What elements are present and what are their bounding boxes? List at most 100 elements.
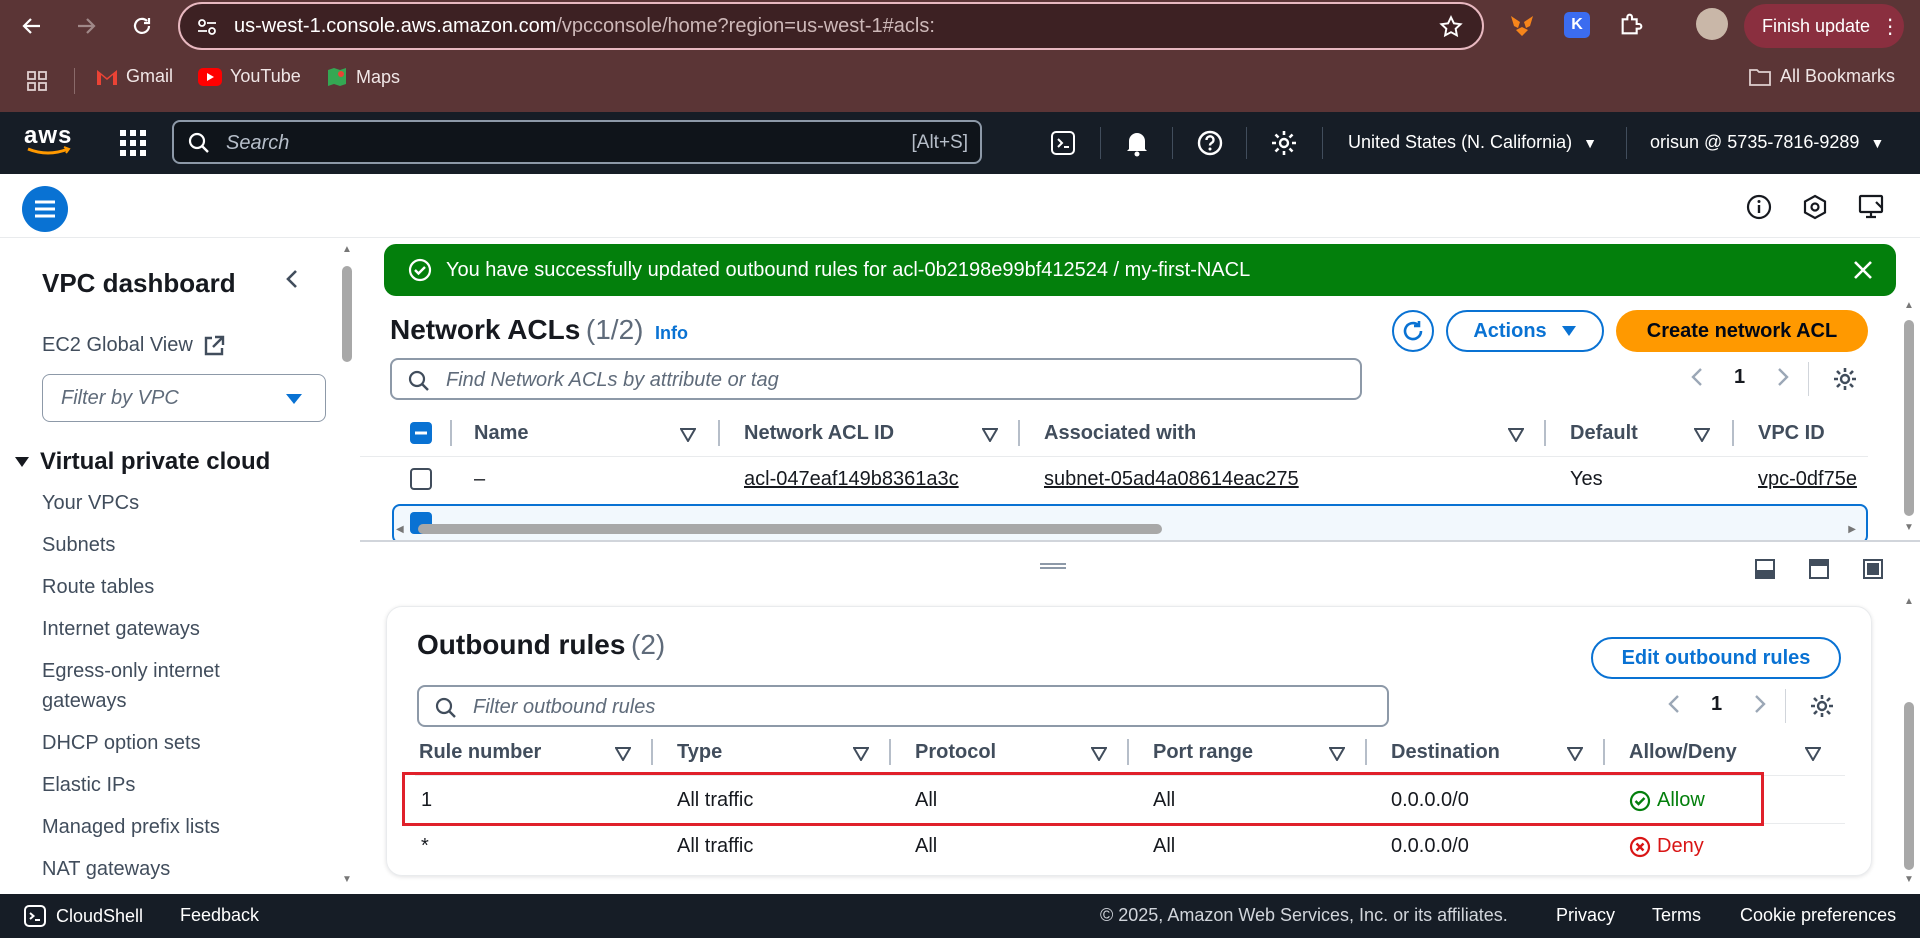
page-prev-icon[interactable]: [1667, 693, 1681, 715]
bookmark-star-icon[interactable]: [1438, 14, 1464, 40]
cell-vpc-link[interactable]: vpc-0df75e: [1758, 468, 1857, 491]
cell-acl-id-link[interactable]: acl-047eaf149b8361a3c: [744, 468, 959, 491]
sort-icon[interactable]: [615, 747, 631, 761]
col-header-vpc-id[interactable]: VPC ID: [1758, 422, 1825, 445]
col-header-type[interactable]: Type: [677, 741, 722, 764]
table-row[interactable]: – acl-047eaf149b8361a3c subnet-05ad4a086…: [360, 458, 1868, 502]
acl-vscroll-thumb[interactable]: [1904, 320, 1914, 516]
split-side-icon[interactable]: [1808, 558, 1830, 580]
sidebar-item-route-tables[interactable]: Route tables: [42, 576, 154, 599]
create-network-acl-button[interactable]: Create network ACL: [1616, 310, 1868, 352]
split-fullscreen-icon[interactable]: [1862, 558, 1884, 580]
account-menu[interactable]: orisun @ 5735-7816-9289 ▼: [1650, 132, 1884, 153]
metamask-extension-icon[interactable]: [1508, 12, 1536, 40]
actions-button[interactable]: Actions: [1446, 310, 1604, 352]
sidebar-item-dhcp-option-sets[interactable]: DHCP option sets: [42, 732, 201, 755]
table-row[interactable]: * All traffic All All 0.0.0.0/0 Deny: [415, 823, 1845, 867]
acl-vertical-scrollbar[interactable]: ▲ ▼: [1902, 300, 1916, 538]
cloudshell-footer-button[interactable]: CloudShell: [24, 905, 143, 927]
sort-icon[interactable]: [1329, 747, 1345, 761]
page-number[interactable]: 1: [1711, 693, 1722, 716]
acl-horizontal-scrollbar[interactable]: ◀ ▶: [396, 522, 1856, 536]
table-settings-gear-icon[interactable]: [1832, 366, 1858, 392]
sidebar-item-elastic-ips[interactable]: Elastic IPs: [42, 774, 135, 797]
table-settings-gear-icon[interactable]: [1809, 693, 1835, 719]
info-circle-icon[interactable]: [1746, 194, 1772, 220]
col-header-port-range[interactable]: Port range: [1153, 741, 1253, 764]
col-header-allow-deny[interactable]: Allow/Deny: [1629, 741, 1737, 764]
apps-grid-icon[interactable]: [26, 70, 48, 92]
info-link[interactable]: Info: [655, 323, 688, 343]
scroll-right-icon[interactable]: ▶: [1848, 524, 1856, 535]
k-extension-icon[interactable]: K: [1564, 12, 1590, 38]
col-header-rule-number[interactable]: Rule number: [419, 741, 541, 764]
scroll-left-icon[interactable]: ◀: [396, 524, 404, 535]
outbound-filter-input[interactable]: Filter outbound rules: [417, 685, 1389, 727]
outbound-vertical-scrollbar[interactable]: ▲ ▼: [1902, 596, 1916, 892]
acl-scroll-thumb[interactable]: [418, 524, 1162, 534]
sort-icon[interactable]: [1508, 428, 1524, 442]
scroll-down-icon[interactable]: ▼: [1904, 522, 1914, 533]
sidebar-item-your-vpcs[interactable]: Your VPCs: [42, 492, 139, 515]
reload-icon[interactable]: [124, 8, 160, 44]
sort-icon[interactable]: [1091, 747, 1107, 761]
bookmark-maps[interactable]: Maps: [326, 66, 400, 88]
back-icon[interactable]: [14, 8, 50, 44]
region-selector[interactable]: United States (N. California) ▼: [1348, 132, 1597, 153]
aws-logo[interactable]: aws: [24, 122, 76, 162]
vpc-filter-select[interactable]: Filter by VPC: [42, 374, 326, 422]
hamburger-menu-icon[interactable]: [22, 186, 68, 232]
refresh-button[interactable]: [1392, 310, 1434, 352]
close-icon[interactable]: [1852, 259, 1874, 281]
sidebar-item-subnets[interactable]: Subnets: [42, 534, 115, 557]
cell-subnet-link[interactable]: subnet-05ad4a08614eac275: [1044, 468, 1299, 491]
split-bottom-icon[interactable]: [1754, 558, 1776, 580]
scroll-up-icon[interactable]: ▲: [342, 244, 352, 255]
sort-icon[interactable]: [1805, 747, 1821, 761]
scroll-down-icon[interactable]: ▼: [342, 874, 352, 885]
split-drag-handle[interactable]: [1040, 562, 1066, 570]
cloudshell-icon[interactable]: [1050, 130, 1076, 156]
col-header-protocol[interactable]: Protocol: [915, 741, 996, 764]
extensions-puzzle-icon[interactable]: [1618, 10, 1646, 38]
site-info-icon[interactable]: [196, 16, 218, 38]
col-header-name[interactable]: Name: [474, 422, 528, 445]
cookie-preferences-link[interactable]: Cookie preferences: [1740, 905, 1896, 926]
address-bar[interactable]: us-west-1.console.aws.amazon.com/vpccons…: [178, 2, 1484, 50]
sidebar-item-global-view[interactable]: EC2 Global View: [42, 334, 225, 357]
collapse-sidebar-icon[interactable]: [282, 268, 302, 290]
scroll-up-icon[interactable]: ▲: [1904, 300, 1914, 311]
sort-icon[interactable]: [1567, 747, 1583, 761]
profile-avatar[interactable]: [1696, 8, 1728, 40]
col-header-associated[interactable]: Associated with: [1044, 422, 1196, 445]
sort-icon[interactable]: [1694, 428, 1710, 442]
terms-link[interactable]: Terms: [1652, 905, 1701, 926]
all-bookmarks[interactable]: All Bookmarks: [1748, 66, 1895, 87]
bookmark-gmail[interactable]: Gmail: [96, 66, 173, 87]
select-all-checkbox[interactable]: [410, 422, 432, 444]
feedback-link[interactable]: Feedback: [180, 905, 259, 926]
finish-update-button[interactable]: Finish update ⋮: [1744, 4, 1904, 48]
page-number[interactable]: 1: [1734, 366, 1745, 389]
sidebar-item-managed-prefix-lists[interactable]: Managed prefix lists: [42, 816, 220, 839]
forward-icon[interactable]: [68, 8, 104, 44]
aws-search-input[interactable]: Search [Alt+S]: [172, 120, 982, 164]
outbound-vscroll-thumb[interactable]: [1904, 702, 1914, 870]
sidebar-section-vpc[interactable]: Virtual private cloud: [14, 448, 270, 476]
edit-outbound-rules-button[interactable]: Edit outbound rules: [1591, 637, 1841, 679]
sort-icon[interactable]: [982, 428, 998, 442]
sort-icon[interactable]: [853, 747, 869, 761]
row-checkbox[interactable]: [410, 468, 432, 490]
sidebar-scroll-thumb[interactable]: [342, 266, 352, 362]
page-next-icon[interactable]: [1753, 693, 1767, 715]
bookmark-youtube[interactable]: YouTube: [198, 66, 301, 87]
help-icon[interactable]: [1196, 129, 1224, 157]
col-header-default[interactable]: Default: [1570, 422, 1638, 445]
page-next-icon[interactable]: [1776, 366, 1790, 388]
hexagon-settings-icon[interactable]: [1802, 194, 1828, 220]
scroll-up-icon[interactable]: ▲: [1904, 596, 1914, 607]
notifications-bell-icon[interactable]: [1124, 129, 1150, 157]
sidebar-scrollbar[interactable]: ▲ ▼: [340, 244, 354, 890]
sidebar-item-internet-gateways[interactable]: Internet gateways: [42, 618, 200, 641]
sidebar-item-nat-gateways[interactable]: NAT gateways: [42, 858, 170, 881]
